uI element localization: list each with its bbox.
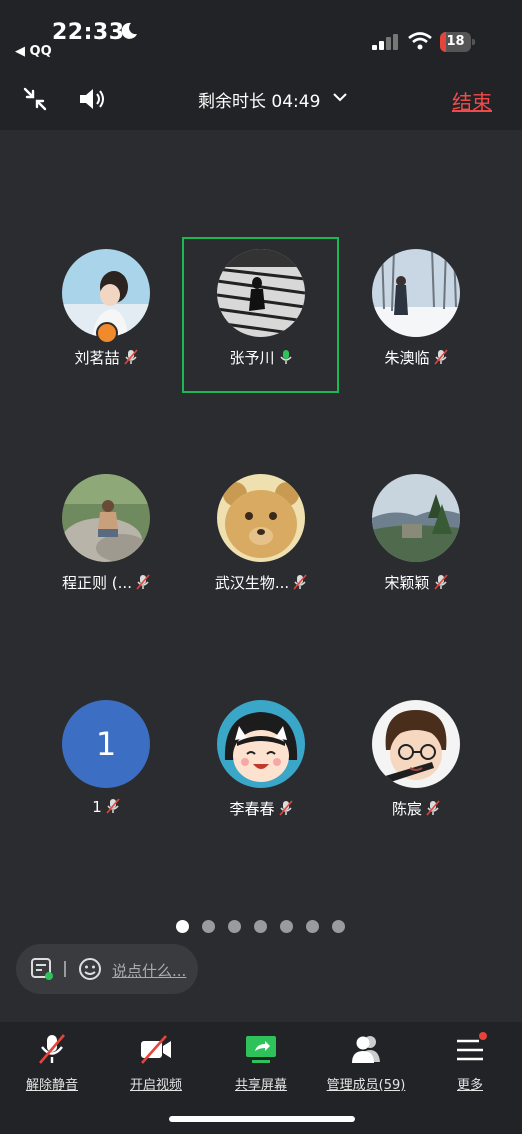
start-video-button[interactable]: 开启视频: [106, 1032, 206, 1102]
host-badge-icon: [96, 322, 118, 344]
battery-indicator: 18: [440, 32, 476, 52]
participant-name-row: 程正则 (...: [31, 572, 181, 593]
participant-tile[interactable]: 陈宸: [341, 688, 491, 838]
chat-bar[interactable]: 说点什么...: [16, 944, 198, 994]
participant-tile[interactable]: 李春春: [186, 688, 336, 838]
menu-icon: [457, 1032, 487, 1061]
page-dot[interactable]: [306, 920, 319, 933]
mic-muted-icon: [106, 798, 120, 814]
participant-tile[interactable]: 朱澳临: [341, 237, 491, 387]
members-icon: [352, 1036, 380, 1063]
avatar: 1: [62, 700, 150, 788]
participant-name-row: 武汉生物...: [186, 572, 336, 593]
share-screen-icon: [246, 1036, 276, 1063]
participant-name-row: 朱澳临: [341, 347, 491, 368]
more-button[interactable]: 更多: [420, 1032, 520, 1102]
participant-name: 武汉生物...: [214, 574, 290, 592]
unmute-label: 解除静音: [25, 1078, 78, 1093]
participant-name-row: 宋颖颖: [341, 572, 491, 593]
page-dot[interactable]: [176, 920, 189, 933]
avatar: [372, 474, 460, 562]
home-indicator[interactable]: [169, 1116, 355, 1122]
status-time: 22:33: [52, 20, 125, 45]
camera-off-icon: [141, 1035, 171, 1064]
participant-tile[interactable]: 张予川: [186, 237, 336, 387]
share-screen-button[interactable]: 共享屏幕: [211, 1032, 311, 1102]
participant-tile[interactable]: 武汉生物...: [186, 462, 336, 612]
participant-name: 陈宸: [391, 800, 422, 818]
mic-muted-icon: [136, 574, 150, 590]
mic-muted-icon: [39, 1034, 65, 1064]
mic-muted-icon: [426, 800, 440, 816]
participant-tile[interactable]: 程正则 (...: [31, 462, 181, 612]
avatar: [62, 474, 150, 562]
manage-members-button[interactable]: 管理成员(59): [316, 1032, 416, 1102]
chat-list-icon[interactable]: [30, 957, 54, 981]
page-dot[interactable]: [254, 920, 267, 933]
speaker-icon[interactable]: [78, 86, 108, 112]
share-screen-label: 共享屏幕: [234, 1078, 287, 1093]
page-dot[interactable]: [280, 920, 293, 933]
battery-level-text: 18: [446, 34, 465, 49]
moon-icon: [121, 22, 137, 39]
participant-tile[interactable]: 1 1: [31, 688, 181, 838]
mic-muted-icon: [123, 349, 138, 365]
mic-muted-icon: [433, 349, 448, 365]
wifi-icon: [408, 32, 432, 50]
page-dot[interactable]: [202, 920, 215, 933]
back-to-app-link[interactable]: ◀ QQ: [15, 44, 52, 59]
participant-name: 宋颖颖: [384, 574, 430, 592]
divider: [64, 961, 66, 977]
chat-input[interactable]: 说点什么...: [112, 960, 186, 981]
mic-muted-icon: [293, 574, 307, 590]
more-label: 更多: [456, 1078, 483, 1093]
avatar: [372, 700, 460, 788]
manage-members-label: 管理成员(59): [326, 1078, 406, 1093]
participant-tile[interactable]: 刘茗喆: [31, 237, 181, 387]
mic-speaking-icon: [279, 350, 292, 364]
page-dot[interactable]: [332, 920, 345, 933]
remaining-time-label[interactable]: 剩余时长 04:49: [198, 87, 320, 112]
avatar: [217, 249, 305, 337]
shrink-icon[interactable]: [22, 86, 48, 112]
participant-name: 刘茗喆: [74, 349, 120, 367]
mic-muted-icon: [433, 574, 448, 590]
participant-name: 1: [92, 798, 102, 816]
chevron-down-icon[interactable]: [333, 92, 347, 102]
participant-name-row: 陈宸: [341, 798, 491, 819]
participant-name-row: 刘茗喆: [31, 347, 181, 368]
participant-name: 张予川: [229, 349, 275, 367]
participant-name: 朱澳临: [384, 349, 430, 367]
participant-name-row: 李春春: [186, 798, 336, 819]
end-meeting-button[interactable]: 结束: [452, 86, 492, 115]
emoji-icon[interactable]: [78, 957, 102, 981]
mic-muted-icon: [278, 800, 293, 816]
avatar-initial: 1: [95, 725, 117, 763]
participant-name: 李春春: [229, 800, 275, 818]
page-dot[interactable]: [228, 920, 241, 933]
participant-tile[interactable]: 宋颖颖: [341, 462, 491, 612]
avatar: [217, 474, 305, 562]
unmute-button[interactable]: 解除静音: [2, 1032, 102, 1102]
avatar: [217, 700, 305, 788]
start-video-label: 开启视频: [129, 1078, 182, 1093]
participant-name-row: 1: [31, 798, 181, 816]
participant-name: 程正则 (...: [62, 574, 132, 592]
avatar: [372, 249, 460, 337]
participant-name-row: 张予川: [186, 347, 336, 368]
signal-icon: [372, 34, 398, 50]
